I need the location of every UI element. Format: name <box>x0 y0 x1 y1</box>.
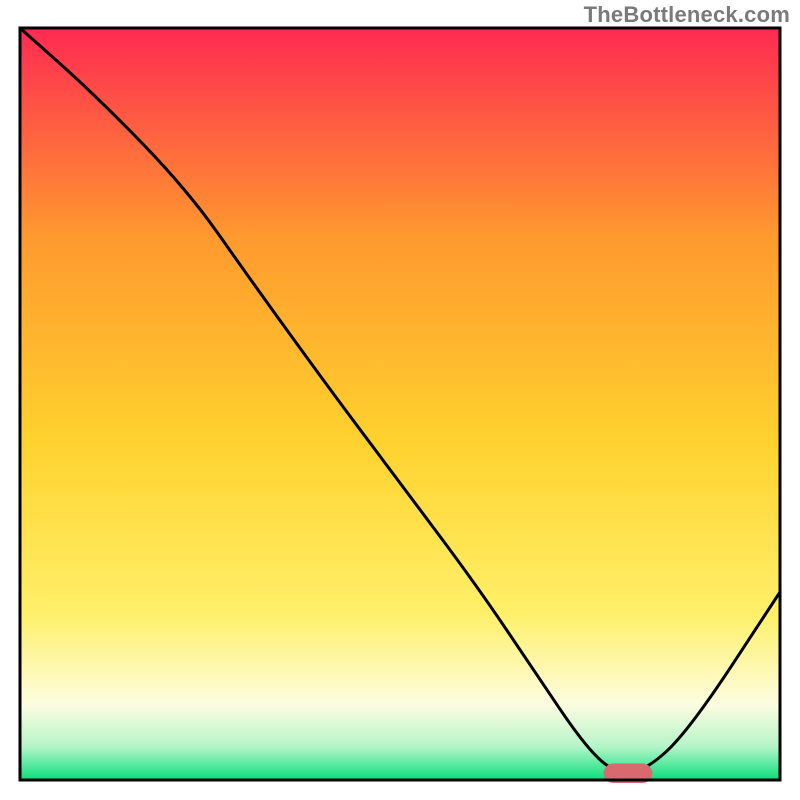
chart-container: TheBottleneck.com <box>0 0 800 800</box>
gradient-background <box>20 28 780 780</box>
bottleneck-chart <box>0 0 800 800</box>
